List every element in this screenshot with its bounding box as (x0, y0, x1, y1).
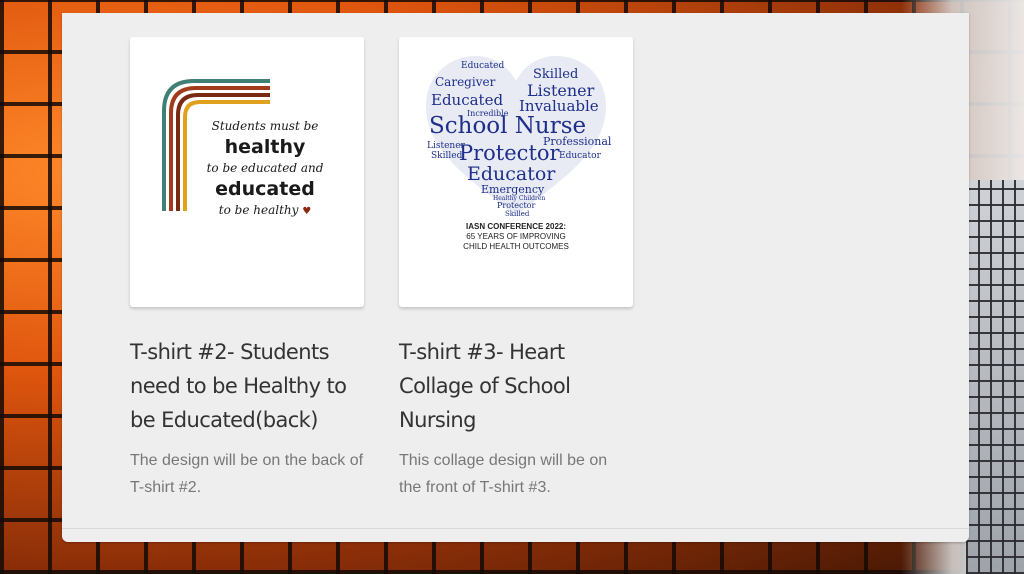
card-description: This collage design will be on the front… (399, 452, 608, 496)
collage-word: Protector (497, 201, 536, 210)
collage-word: Educator (559, 151, 601, 161)
collage-word: Skilled (505, 210, 530, 218)
heart-word-collage: Skilled Educated Caregiver Listener Educ… (421, 51, 611, 221)
heart-icon: ♥ (302, 206, 312, 217)
slogan-line-3: to be educated and (206, 161, 324, 175)
conference-line-2: 65 YEARS OF IMPROVING (466, 232, 566, 241)
content-panel: Students must be healthy to be educated … (62, 13, 969, 542)
tshirt-3-design-image[interactable]: Skilled Educated Caregiver Listener Educ… (399, 37, 633, 307)
tshirt-2-design-image[interactable]: Students must be healthy to be educated … (130, 37, 364, 307)
panel-divider (62, 528, 969, 529)
card-title[interactable]: T-shirt #2- Students need to be Healthy … (130, 335, 364, 437)
tshirt-2-slogan: Students must be healthy to be educated … (200, 117, 330, 221)
collage-word: Caregiver (435, 75, 496, 89)
slogan-line-2: healthy (224, 136, 306, 158)
collage-word: Protector (459, 141, 560, 165)
conference-line-1: IASN CONFERENCE 2022: (465, 222, 567, 231)
card-description: The design will be on the back of T-shir… (130, 452, 364, 496)
conference-caption: IASN CONFERENCE 2022: 65 YEARS OF IMPROV… (399, 221, 633, 252)
slogan-line-1: Students must be (211, 119, 319, 133)
collage-word: Skilled (533, 67, 579, 82)
collage-word: Educated (461, 61, 505, 71)
card-title[interactable]: T-shirt #3- Heart Collage of School Nurs… (399, 335, 633, 437)
conference-line-3: CHILD HEALTH OUTCOMES (463, 242, 569, 251)
collage-word: Educated (431, 91, 504, 109)
product-card-tshirt-2[interactable]: Students must be healthy to be educated … (130, 37, 364, 501)
slogan-line-4: educated (215, 178, 315, 200)
collage-word: Educator (467, 163, 556, 185)
product-card-tshirt-3[interactable]: Skilled Educated Caregiver Listener Educ… (399, 37, 633, 501)
slogan-line-5: to be healthy (218, 203, 299, 217)
background-building (966, 180, 1024, 574)
collage-word: Skilled (431, 151, 463, 161)
